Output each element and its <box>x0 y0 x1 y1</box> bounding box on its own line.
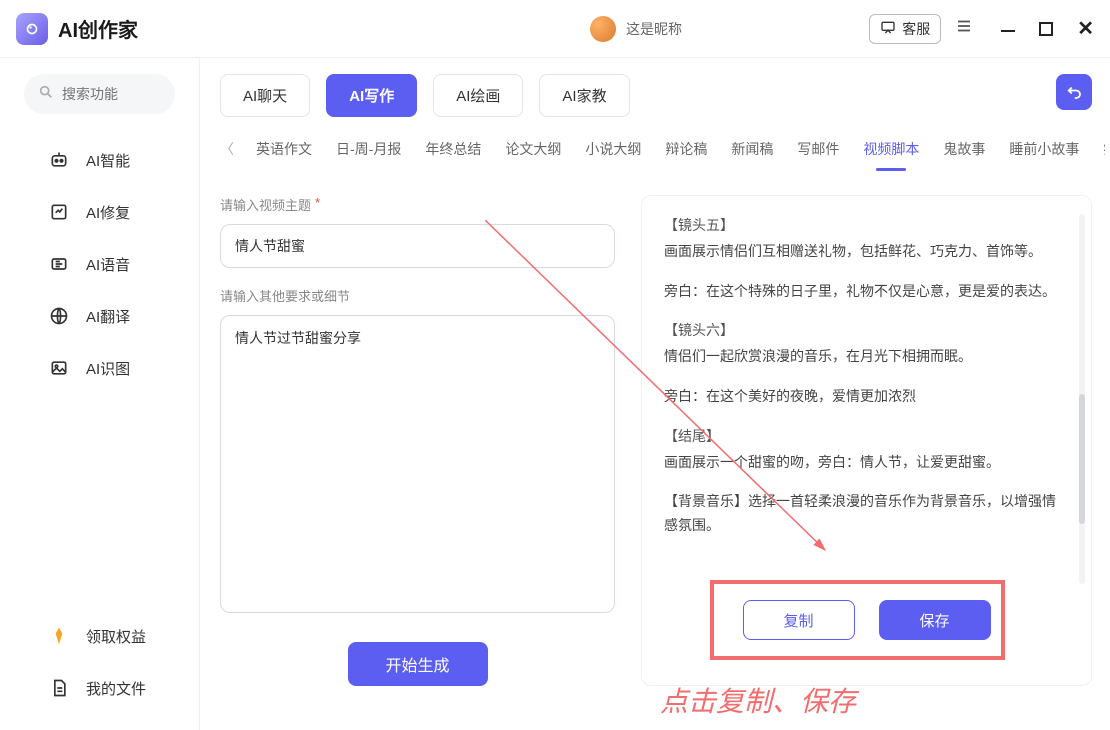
user-avatar[interactable] <box>590 16 616 42</box>
segment-body: 画面展示情侣们互相赠送礼物，包括鲜花、巧克力、首饰等。 <box>664 240 1069 264</box>
window-controls: ✕ <box>1001 22 1094 36</box>
close-button[interactable]: ✕ <box>1077 22 1094 36</box>
sidebar-item-files[interactable]: 我的文件 <box>0 662 199 714</box>
support-button[interactable]: 客服 <box>869 14 941 44</box>
user-area: 这是昵称 <box>590 16 682 42</box>
tab-write[interactable]: AI写作 <box>326 74 417 117</box>
output-panel: 【镜头五】 画面展示情侣们互相赠送礼物，包括鲜花、巧克力、首饰等。 旁白：在这个… <box>641 195 1092 686</box>
generate-button[interactable]: 开始生成 <box>348 642 488 686</box>
output-content: 【镜头五】 画面展示情侣们互相赠送礼物，包括鲜花、巧克力、首饰等。 旁白：在这个… <box>664 214 1069 584</box>
category-tabs: 〈 英语作文 日-周-月报 年终总结 论文大纲 小说大纲 辩论稿 新闻稿 写邮件… <box>220 131 1092 173</box>
scrollbar-thumb[interactable] <box>1079 394 1085 524</box>
required-marker: * <box>315 195 320 214</box>
image-icon <box>48 358 70 378</box>
cat-tab[interactable]: 日-周-月报 <box>334 135 403 163</box>
top-tabs: AI聊天 AI写作 AI绘画 AI家教 <box>220 74 1092 117</box>
segment-tag: 【结尾】 <box>664 425 1069 449</box>
voice-icon <box>48 254 70 274</box>
topic-label: 请输入视频主题* <box>220 195 615 214</box>
segment-body: 【背景音乐】选择一首轻柔浪漫的音乐作为背景音乐，以增强情感氛围。 <box>664 490 1069 538</box>
maximize-button[interactable] <box>1039 22 1053 36</box>
input-panel: 请输入视频主题* 请输入其他要求或细节 开始生成 <box>220 195 615 686</box>
sidebar-label: AI智能 <box>86 150 130 171</box>
workspace: 请输入视频主题* 请输入其他要求或细节 开始生成 【镜头五】 画面展示情侣们互相… <box>220 195 1092 686</box>
sidebar-label: AI语音 <box>86 254 130 275</box>
cat-tab[interactable]: 睡前小故事 <box>1007 135 1081 163</box>
detail-label: 请输入其他要求或细节 <box>220 286 615 305</box>
sidebar-item-rewards[interactable]: 领取权益 <box>0 610 199 662</box>
tab-tutor[interactable]: AI家教 <box>539 74 629 117</box>
minimize-button[interactable] <box>1001 22 1015 36</box>
segment-body: 画面展示一个甜蜜的吻，旁白：情人节，让爱更甜蜜。 <box>664 451 1069 475</box>
cat-tab[interactable]: 小说大纲 <box>583 135 643 163</box>
segment-tag: 【镜头五】 <box>664 214 1069 238</box>
diamond-icon <box>48 626 70 646</box>
sidebar-items: AI智能 AI修复 AI语音 AI翻译 AI识图 <box>0 134 199 610</box>
sidebar-item-translate[interactable]: AI翻译 <box>0 290 199 342</box>
app-title: AI创作家 <box>58 14 138 43</box>
file-icon <box>48 678 70 698</box>
cat-tab[interactable]: 论文大纲 <box>503 135 563 163</box>
segment-body: 旁白：在这个特殊的日子里，礼物不仅是心意，更是爱的表达。 <box>664 280 1069 304</box>
topic-input[interactable] <box>220 224 615 268</box>
segment-body: 旁白：在这个美好的夜晚，爱情更加浓烈 <box>664 385 1069 409</box>
translate-icon <box>48 306 70 326</box>
chat-icon <box>880 19 896 38</box>
cat-tab[interactable]: 新闻稿 <box>729 135 775 163</box>
content-area: AI聊天 AI写作 AI绘画 AI家教 〈 英语作文 日-周-月报 年终总结 论… <box>200 58 1110 730</box>
cat-tab[interactable]: 疯狂 <box>1101 135 1105 163</box>
title-bar: AI创作家 这是昵称 客服 ✕ <box>0 0 1110 58</box>
segment-body: 情侣们一起欣赏浪漫的音乐，在月光下相拥而眠。 <box>664 345 1069 369</box>
cat-tab[interactable]: 英语作文 <box>254 135 314 163</box>
main-layout: AI智能 AI修复 AI语音 AI翻译 AI识图 领取权益 <box>0 58 1110 730</box>
sidebar-item-image[interactable]: AI识图 <box>0 342 199 394</box>
sidebar-item-voice[interactable]: AI语音 <box>0 238 199 290</box>
search-box[interactable] <box>24 74 175 114</box>
sidebar: AI智能 AI修复 AI语音 AI翻译 AI识图 领取权益 <box>0 58 200 730</box>
sidebar-item-repair[interactable]: AI修复 <box>0 186 199 238</box>
cat-tab[interactable]: 年终总结 <box>423 135 483 163</box>
segment-tag: 【镜头六】 <box>664 319 1069 343</box>
copy-button[interactable]: 复制 <box>743 600 855 640</box>
app-logo <box>16 13 48 45</box>
cat-tab[interactable]: 写邮件 <box>795 135 841 163</box>
detail-textarea[interactable] <box>220 315 615 613</box>
search-input[interactable] <box>62 86 161 102</box>
user-nickname: 这是昵称 <box>626 19 682 39</box>
sidebar-label: AI翻译 <box>86 306 130 327</box>
repair-icon <box>48 202 70 222</box>
support-label: 客服 <box>902 19 930 39</box>
sidebar-label: 领取权益 <box>86 626 146 647</box>
return-icon <box>1065 83 1083 101</box>
sidebar-label: AI修复 <box>86 202 130 223</box>
tab-chat[interactable]: AI聊天 <box>220 74 310 117</box>
search-icon <box>38 84 54 105</box>
sidebar-label: AI识图 <box>86 358 130 379</box>
cat-tab-active[interactable]: 视频脚本 <box>861 135 921 163</box>
save-button[interactable]: 保存 <box>879 600 991 640</box>
back-button[interactable] <box>1056 74 1092 110</box>
menu-icon[interactable] <box>955 17 973 40</box>
action-row: 复制 保存 <box>664 600 1069 640</box>
brain-icon <box>48 150 70 170</box>
cat-tab[interactable]: 辩论稿 <box>663 135 709 163</box>
title-actions: 客服 ✕ <box>869 14 1094 44</box>
tab-draw[interactable]: AI绘画 <box>433 74 523 117</box>
scrollbar[interactable] <box>1079 214 1085 584</box>
sidebar-bottom: 领取权益 我的文件 <box>0 610 199 730</box>
sidebar-label: 我的文件 <box>86 678 146 699</box>
chevron-left-icon[interactable]: 〈 <box>220 139 234 159</box>
sidebar-item-ai[interactable]: AI智能 <box>0 134 199 186</box>
cat-tab[interactable]: 鬼故事 <box>941 135 987 163</box>
